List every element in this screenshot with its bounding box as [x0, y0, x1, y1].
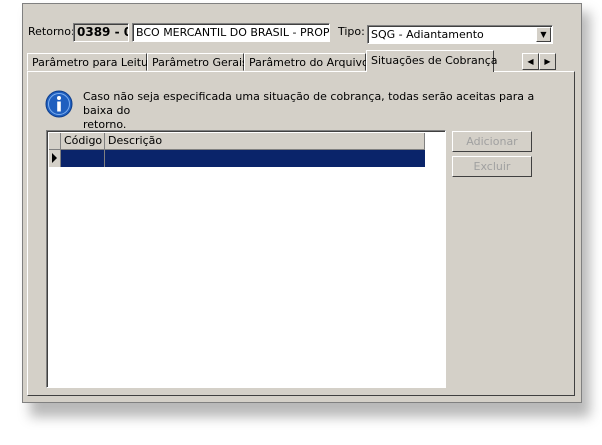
info-icon [45, 90, 73, 118]
add-button[interactable]: Adicionar [452, 131, 532, 152]
retorno-label: Retorno: [28, 25, 75, 38]
tab-scroll-right-icon[interactable]: ▶ [539, 53, 556, 70]
delete-button[interactable]: Excluir [452, 156, 532, 177]
situacoes-panel: Caso não seja especificada uma situação … [27, 71, 575, 396]
header-bar: Retorno: 0389 - 01 BCO MERCANTIL DO BRAS… [23, 4, 581, 44]
table-row[interactable] [61, 150, 425, 167]
tab-scroll-left-icon[interactable]: ◀ [522, 53, 539, 70]
grid-indicator-header [49, 133, 61, 150]
tab-parametro-leitura[interactable]: Parâmetro para Leitura [27, 53, 159, 71]
info-message: Caso não seja especificada uma situação … [83, 90, 543, 132]
column-header-codigo[interactable]: Código [61, 133, 105, 150]
tab-strip: Parâmetro para Leitura Parâmetro Gerais … [27, 50, 579, 72]
retorno-window: Retorno: 0389 - 01 BCO MERCANTIL DO BRAS… [22, 3, 582, 403]
tab-parametro-arquivo[interactable]: Parâmetro do Arquivo [244, 53, 369, 71]
row-pointer-icon [52, 153, 57, 163]
tipo-select-value: SQG - Adiantamento [371, 28, 484, 41]
cell-codigo[interactable] [61, 150, 105, 167]
tipo-label: Tipo: [338, 25, 365, 38]
tipo-select[interactable]: SQG - Adiantamento ▼ [367, 25, 553, 44]
retorno-code-field: 0389 - 01 [73, 23, 129, 42]
row-indicator [49, 150, 61, 167]
tab-situacoes-cobranca[interactable]: Situações de Cobrança [366, 50, 498, 72]
cell-descricao[interactable] [105, 150, 425, 167]
tab-parametro-gerais[interactable]: Parâmetro Gerais [147, 53, 248, 71]
retorno-name-field[interactable]: BCO MERCANTIL DO BRASIL - PROP [132, 23, 330, 42]
situacoes-grid[interactable]: Código Descrição [46, 130, 446, 388]
info-line-1: Caso não seja especificada uma situação … [83, 90, 535, 117]
chevron-down-icon[interactable]: ▼ [536, 27, 551, 42]
column-header-descricao[interactable]: Descrição [105, 133, 425, 150]
